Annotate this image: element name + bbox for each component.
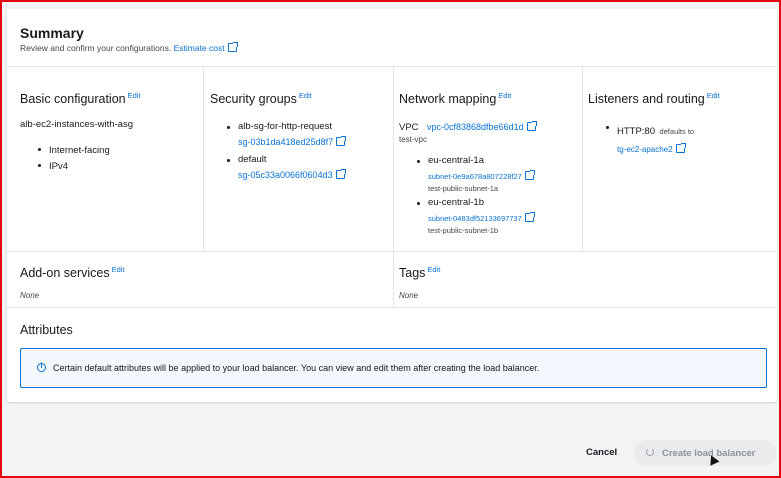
subnet-name: test-public-subnet-1b [428, 226, 499, 235]
network-mapping-title: Network mapping [399, 92, 497, 107]
external-link-icon [675, 143, 686, 153]
list-item: eu-central-1b subnet-0483df52133697737 t… [414, 197, 535, 235]
summary-description: Review and confirm your configurations. [20, 43, 172, 53]
defaults-to-label: defaults to [659, 127, 695, 136]
subnet-link[interactable]: subnet-0e9a678a807228f27 [428, 170, 535, 181]
attributes-info-text: Certain default attributes will be appli… [53, 363, 540, 373]
list-item: eu-central-1a subnet-0e9a678a807228f27 t… [414, 155, 535, 193]
vpc-row: VPC vpc-0cf83868dfbe66d1d test-vpc [399, 117, 537, 144]
list-item: HTTP:80 defaults to tg-ec2-apache2 [603, 121, 694, 157]
external-link-icon [335, 169, 346, 179]
listener-protocol: HTTP:80 [617, 126, 656, 137]
list-item: IPv4 [35, 159, 110, 175]
availability-zones-list: eu-central-1a subnet-0e9a678a807228f27 t… [414, 155, 535, 235]
attributes-info-alert: i Certain default attributes will be app… [20, 348, 767, 388]
security-groups-list: alb-sg-for-http-request sg-03b1da418ed25… [224, 121, 347, 183]
tags-title: Tags [399, 266, 426, 281]
vpc-label: VPC [399, 122, 419, 133]
external-link-icon [526, 121, 537, 131]
security-group-link[interactable]: sg-05c33a0066f0604d3 [238, 169, 346, 180]
availability-zone: eu-central-1a [428, 155, 484, 166]
security-group-name: default [238, 154, 267, 165]
load-balancer-name: alb-ec2-instances-with-asg [20, 119, 133, 130]
subnet-link[interactable]: subnet-0483df52133697737 [428, 212, 535, 223]
tags-edit-link[interactable]: Edit [427, 265, 440, 274]
basic-configuration-list: Internet-facing IPv4 [35, 143, 110, 175]
network-mapping-edit-link[interactable]: Edit [498, 91, 511, 100]
spinner-icon [646, 448, 654, 456]
summary-card: Summary Review and confirm your configur… [7, 9, 777, 402]
attributes-divider [7, 307, 777, 308]
security-groups-section: Security groups Edit alb-sg-for-http-requ… [203, 67, 394, 251]
list-item: alb-sg-for-http-request sg-03b1da418ed25… [224, 121, 347, 150]
target-group-link[interactable]: tg-ec2-apache2 [617, 143, 686, 154]
availability-zone: eu-central-1b [428, 197, 484, 208]
list-item: default sg-05c33a0066f0604d3 [224, 154, 346, 183]
external-link-icon [524, 170, 535, 180]
basic-configuration-edit-link[interactable]: Edit [128, 91, 141, 100]
list-item: Internet-facing [35, 143, 110, 159]
listeners-routing-title: Listeners and routing [588, 92, 705, 107]
attributes-title: Attributes [20, 323, 73, 337]
external-link-icon [524, 212, 535, 222]
addon-services-value: None [20, 291, 40, 300]
network-mapping-section: Network mapping Edit VPC vpc-0cf83868dfbe… [393, 67, 583, 251]
subnet-name: test-public-subnet-1a [428, 184, 499, 193]
security-group-link[interactable]: sg-03b1da418ed25d8f7 [238, 136, 347, 147]
create-load-balancer-button[interactable]: Create load balancer [634, 440, 776, 466]
external-link-icon [227, 42, 238, 52]
info-icon: i [37, 363, 46, 372]
addon-services-edit-link[interactable]: Edit [112, 265, 125, 274]
listeners-routing-edit-link[interactable]: Edit [707, 91, 720, 100]
cancel-button[interactable]: Cancel [586, 447, 617, 458]
external-link-icon [336, 136, 347, 146]
security-group-name: alb-sg-for-http-request [238, 121, 332, 132]
security-groups-edit-link[interactable]: Edit [299, 91, 312, 100]
summary-header: Summary Review and confirm your configur… [7, 9, 777, 67]
security-groups-title: Security groups [210, 92, 297, 107]
addon-services-title: Add-on services [20, 266, 110, 281]
basic-configuration-title: Basic configuration [20, 92, 126, 107]
tags-value: None [399, 291, 419, 300]
summary-subtitle: Review and confirm your configurations. … [20, 42, 238, 53]
vpc-name: test-vpc [399, 135, 428, 144]
basic-configuration-section: Basic configuration Edit alb-ec2-instance… [7, 67, 204, 251]
vpc-link[interactable]: vpc-0cf83868dfbe66d1d [427, 121, 537, 132]
summary-title: Summary [20, 25, 84, 41]
tags-section: Tags Edit None [393, 251, 777, 308]
listeners-list: HTTP:80 defaults to tg-ec2-apache2 [603, 121, 694, 157]
addon-services-section: Add-on services Edit None [7, 251, 394, 308]
estimate-cost-link[interactable]: Estimate cost [174, 42, 238, 53]
listeners-routing-section: Listeners and routing Edit HTTP:80 defaul… [582, 67, 777, 251]
